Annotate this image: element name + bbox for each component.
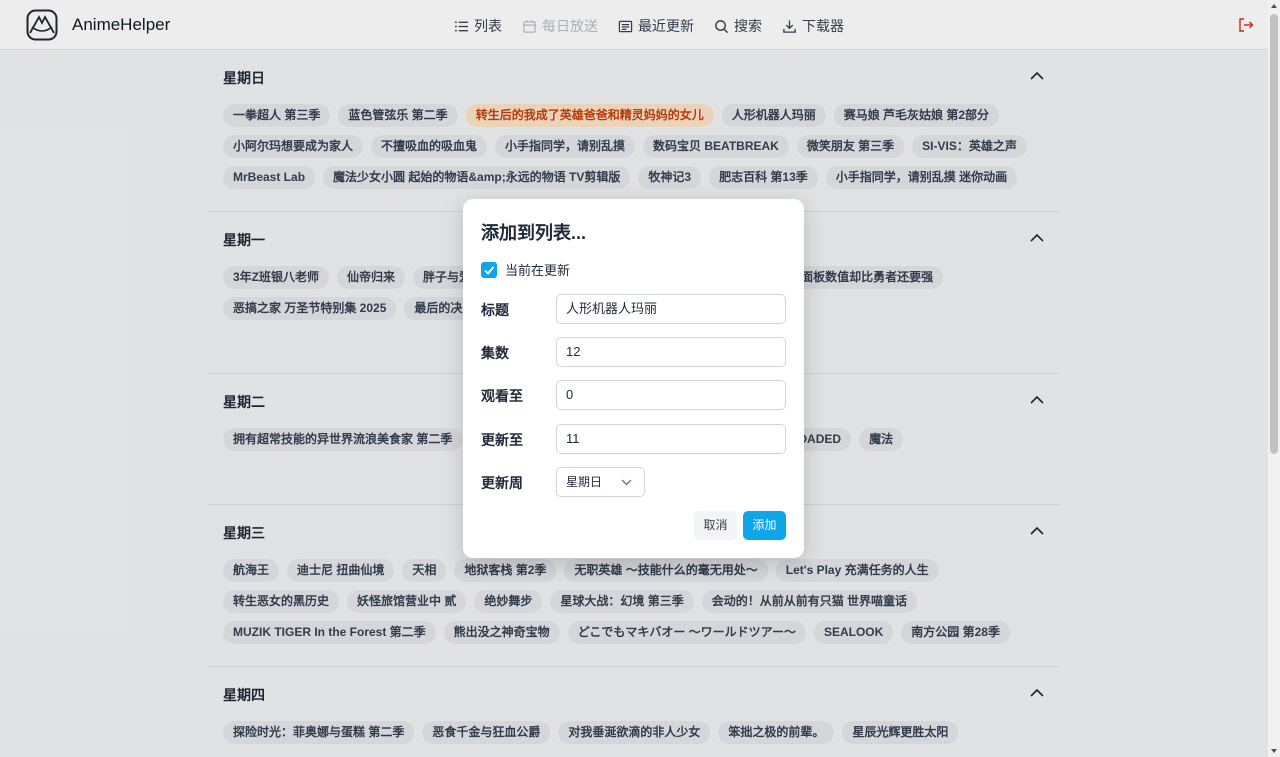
page-scrollbar[interactable] — [1268, 0, 1280, 757]
scrollbar-thumb[interactable] — [1270, 14, 1278, 454]
title-input[interactable]: 人形机器人玛丽 — [556, 294, 786, 324]
weekday-select[interactable]: 星期日 — [556, 467, 645, 497]
weekday-select-value: 星期日 — [566, 475, 603, 489]
weekday-row: 更新周 星期日 — [481, 467, 786, 497]
dialog-title: 添加到列表... — [481, 223, 587, 243]
checkbox-label: 当前在更新 — [505, 263, 571, 278]
scroll-up-icon[interactable] — [1270, 2, 1278, 10]
currently-airing-checkbox[interactable] — [481, 261, 497, 278]
add-to-list-dialog: 添加到列表... 当前在更新 标题 人形机器人玛丽 集数 12 观看至 0 更新… — [463, 199, 804, 558]
updated-input[interactable]: 11 — [556, 424, 786, 454]
episodes-label: 集数 — [481, 345, 509, 361]
updated-label: 更新至 — [481, 432, 523, 448]
checkmark-icon — [484, 265, 495, 275]
currently-airing-checkbox-row[interactable]: 当前在更新 — [481, 260, 570, 279]
add-button[interactable]: 添加 — [743, 511, 786, 540]
cancel-button[interactable]: 取消 — [694, 511, 737, 540]
title-row: 标题 人形机器人玛丽 — [481, 294, 786, 324]
watched-row: 观看至 0 — [481, 380, 786, 410]
episodes-row: 集数 12 — [481, 337, 786, 367]
episodes-input[interactable]: 12 — [556, 337, 786, 367]
watched-label: 观看至 — [481, 388, 523, 404]
chevron-down-icon — [621, 479, 632, 486]
scroll-down-icon[interactable] — [1270, 747, 1278, 755]
watched-input[interactable]: 0 — [556, 380, 786, 410]
updated-row: 更新至 11 — [481, 424, 786, 454]
weekday-label: 更新周 — [481, 475, 523, 491]
title-label: 标题 — [481, 302, 509, 318]
